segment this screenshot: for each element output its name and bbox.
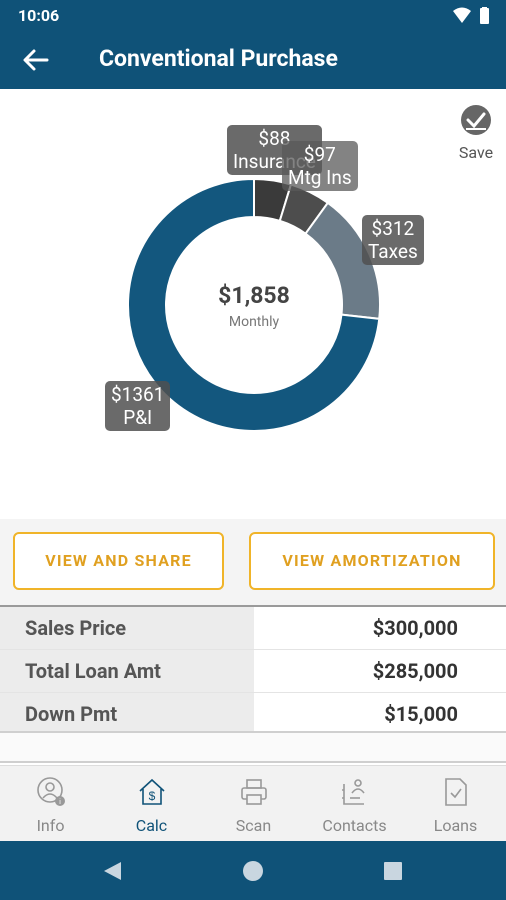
nav-label-scan: Scan — [235, 816, 272, 835]
loan-summary-table: Sales Price $300,000 Total Loan Amt $285… — [0, 605, 506, 736]
divider — [0, 731, 506, 763]
person-info-icon: i — [37, 777, 65, 806]
nav-item-calc[interactable]: $ Calc — [101, 766, 202, 842]
page-title: Conventional Purchase — [99, 45, 338, 72]
document-check-icon — [445, 778, 467, 806]
svg-text:$: $ — [149, 789, 156, 803]
payment-chart-panel: $1,858 Monthly $88 Insurance $97 Mtg Ins… — [0, 89, 506, 519]
nav-label-contacts: Contacts — [322, 816, 387, 835]
total-loan-value: $285,000 — [372, 659, 458, 683]
bottom-nav: i Info $ Calc Scan Contacts Loans — [0, 765, 506, 841]
view-amortization-button[interactable]: VIEW AMORTIZATION — [249, 532, 495, 590]
nav-item-contacts[interactable]: Contacts — [304, 766, 405, 842]
nav-item-loans[interactable]: Loans — [405, 766, 506, 842]
nav-label-info: Info — [36, 816, 65, 835]
system-nav-buttons — [104, 861, 402, 881]
wifi-icon — [453, 7, 471, 23]
mtg-ins-name: Mtg Ins — [288, 166, 352, 189]
status-icons — [453, 7, 489, 24]
monthly-label: Monthly — [228, 314, 280, 330]
sales-price-value: $300,000 — [372, 616, 458, 640]
contacts-icon — [342, 779, 365, 805]
system-nav-bar — [0, 841, 506, 900]
view-and-share-button[interactable]: VIEW AND SHARE — [13, 532, 224, 590]
recents-square-icon — [384, 862, 402, 880]
status-time: 10:06 — [18, 6, 60, 25]
pi-amount: $1361 — [111, 383, 165, 406]
nav-label-calc: Calc — [135, 816, 168, 835]
taxes-name: Taxes — [368, 240, 418, 263]
home-circle-icon — [243, 861, 263, 881]
nav-item-info[interactable]: i Info — [0, 766, 101, 842]
check-circle-icon — [461, 105, 491, 135]
nav-label-loans: Loans — [433, 816, 478, 835]
monthly-total: $1,858 — [218, 282, 290, 309]
table-row: Total Loan Amt $285,000 — [0, 650, 506, 693]
pi-name: P&I — [123, 406, 153, 429]
mtg-ins-label: $97 Mtg Ins — [282, 141, 358, 191]
status-bar: 10:06 — [0, 0, 506, 32]
down-pmt-label: Down Pmt — [0, 693, 254, 735]
printer-icon — [241, 779, 267, 805]
save-button[interactable]: Save — [450, 103, 502, 162]
sales-price-label: Sales Price — [0, 607, 254, 649]
app-bar: Conventional Purchase — [0, 32, 506, 89]
taxes-label: $312 Taxes — [362, 215, 424, 265]
table-row: Sales Price $300,000 — [0, 607, 506, 650]
battery-icon — [480, 8, 489, 24]
action-bar: VIEW AND SHARE VIEW AMORTIZATION — [0, 519, 506, 605]
down-pmt-value: $15,000 — [384, 702, 458, 726]
back-arrow-icon[interactable] — [20, 45, 52, 75]
total-loan-label: Total Loan Amt — [0, 650, 254, 692]
house-dollar-icon: $ — [139, 778, 165, 805]
save-label: Save — [458, 143, 494, 162]
mtg-ins-amount: $97 — [303, 143, 336, 166]
nav-item-scan[interactable]: Scan — [203, 766, 304, 842]
table-row: Down Pmt $15,000 — [0, 693, 506, 736]
back-triangle-icon — [104, 862, 121, 880]
taxes-amount: $312 — [371, 217, 415, 240]
pi-label: $1361 P&I — [105, 381, 171, 431]
